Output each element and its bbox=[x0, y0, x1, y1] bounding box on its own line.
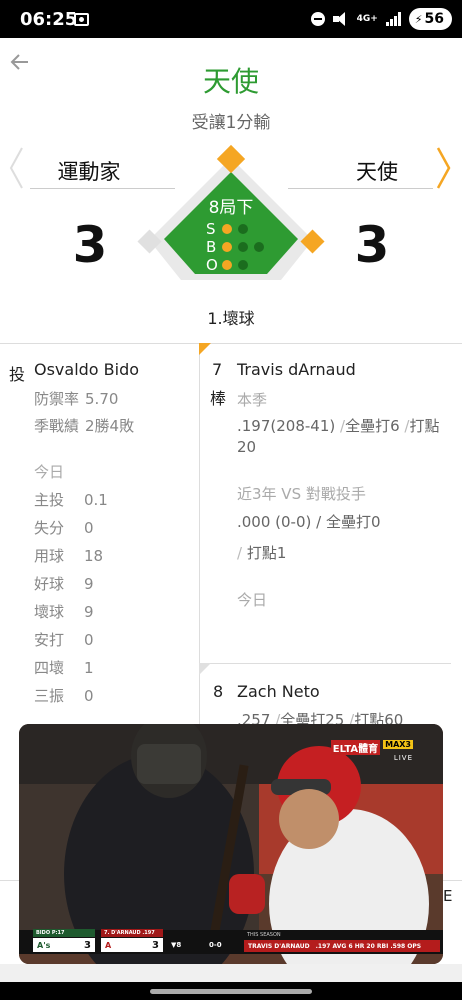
away-team-name[interactable]: 運動家 bbox=[30, 156, 148, 186]
ticker-away: A's 3 bbox=[33, 938, 95, 952]
stat-runs: 失分 0 bbox=[34, 519, 94, 537]
next-batter-order: 8 bbox=[213, 682, 224, 701]
pitcher-name[interactable]: Osvaldo Bido bbox=[34, 360, 139, 379]
season-label: 本季 bbox=[237, 391, 268, 409]
home-team-name[interactable]: 天使 bbox=[322, 156, 432, 186]
last-play-text: 1.壞球 bbox=[207, 309, 255, 328]
away-score: 3 bbox=[72, 216, 108, 274]
chevron-right-icon[interactable] bbox=[436, 146, 452, 190]
outs-row: O bbox=[206, 256, 254, 274]
status-bar: 06:25 4G+ ⚡ 56 bbox=[0, 0, 462, 38]
covered-text: E bbox=[443, 887, 453, 905]
current-batter-marker bbox=[199, 343, 211, 355]
batter-tag: 棒 bbox=[210, 389, 227, 408]
ticker-pitcher: BIDO P:17 bbox=[33, 929, 95, 937]
next-batter-name[interactable]: Zach Neto bbox=[237, 682, 320, 701]
divider bbox=[0, 343, 462, 344]
stat-balls: 壞球 9 bbox=[34, 603, 94, 621]
ticker-count: 0-0 bbox=[209, 941, 222, 949]
bottom-gap bbox=[0, 964, 462, 982]
stat-walks: 四壞 1 bbox=[34, 659, 94, 677]
strikes-label: S bbox=[206, 220, 216, 238]
navigation-bar bbox=[0, 982, 462, 1000]
ticker-batter-stats: TRAVIS D'ARNAUD .197 AVG 6 HR 20 RBI .59… bbox=[244, 940, 440, 952]
chevron-left-icon[interactable] bbox=[8, 146, 24, 190]
stat-innings: 主投 0.1 bbox=[34, 491, 108, 509]
mute-icon bbox=[332, 12, 349, 26]
pitcher-era: 防禦率 5.70 bbox=[34, 390, 119, 408]
home-score: 3 bbox=[354, 216, 390, 274]
ball-dot bbox=[222, 242, 232, 252]
battery-level: 56 bbox=[424, 11, 444, 27]
charging-icon: ⚡ bbox=[414, 12, 423, 26]
next-batter-marker bbox=[199, 663, 211, 675]
status-icons: 4G+ ⚡ 56 bbox=[310, 8, 452, 30]
ticker-inning: ▼8 bbox=[171, 941, 182, 949]
score-ticker: BIDO P:17 7. D'ARNAUD .197 A's 3 A 3 ▼8 … bbox=[19, 929, 443, 954]
batter-name[interactable]: Travis dArnaud bbox=[237, 360, 356, 379]
pitcher-record: 季戰績 2勝4敗 bbox=[34, 417, 135, 435]
screenshot-icon bbox=[74, 13, 89, 26]
vs-pitcher-rbi: / 打點1 bbox=[237, 544, 287, 562]
do-not-disturb-icon bbox=[310, 12, 325, 26]
live-video-player[interactable]: ELTA體育 MAX3 LIVE BIDO P:17 7. D'ARNAUD .… bbox=[19, 724, 443, 964]
batter-season-stats: .197(208-41) /全壘打6 /打點 20 bbox=[237, 417, 440, 456]
balls-label: B bbox=[206, 238, 217, 256]
stat-strikes: 好球 9 bbox=[34, 575, 94, 593]
network-type: 4G+ bbox=[356, 13, 378, 24]
live-badge: LIVE bbox=[393, 754, 413, 762]
out-dot bbox=[238, 260, 248, 270]
ball-dot bbox=[238, 242, 248, 252]
strike-dot bbox=[222, 224, 232, 234]
home-gesture-handle[interactable] bbox=[150, 989, 312, 994]
signal-icon bbox=[385, 12, 401, 26]
stat-strikeouts: 三振 0 bbox=[34, 687, 94, 705]
stat-hits: 安打 0 bbox=[34, 631, 94, 649]
balls-row: B bbox=[206, 238, 270, 256]
pitcher-tag: 投 bbox=[9, 365, 26, 384]
ball-dot bbox=[254, 242, 264, 252]
status-time: 06:25 bbox=[20, 9, 78, 30]
vs-pitcher-label: 近3年 VS 對戰投手 bbox=[237, 485, 366, 503]
batter-order: 7 bbox=[212, 360, 223, 379]
favorite-team-title: 天使 bbox=[202, 65, 259, 98]
ticker-home: A 3 bbox=[101, 938, 163, 952]
pitcher-today-label: 今日 bbox=[34, 463, 65, 481]
video-frame bbox=[19, 724, 443, 964]
batter-today-label: 今日 bbox=[237, 591, 268, 609]
battery-indicator: ⚡ 56 bbox=[408, 8, 452, 30]
ticker-batter: 7. D'ARNAUD .197 bbox=[101, 929, 163, 937]
vs-pitcher-stats: .000 (0-0) / 全壘打0 bbox=[237, 513, 381, 531]
strikes-row: S bbox=[206, 220, 254, 238]
stat-pitches: 用球 18 bbox=[34, 547, 104, 565]
divider bbox=[199, 663, 451, 664]
inning-indicator: 8局下 bbox=[208, 198, 254, 218]
outs-label: O bbox=[206, 256, 218, 274]
strike-dot bbox=[238, 224, 248, 234]
favorite-team-result: 受讓1分輸 bbox=[191, 113, 271, 133]
ticker-season-tag: THIS SEASON bbox=[247, 932, 281, 938]
out-dot bbox=[222, 260, 232, 270]
broadcaster-logo: ELTA體育 MAX3 bbox=[330, 740, 413, 755]
